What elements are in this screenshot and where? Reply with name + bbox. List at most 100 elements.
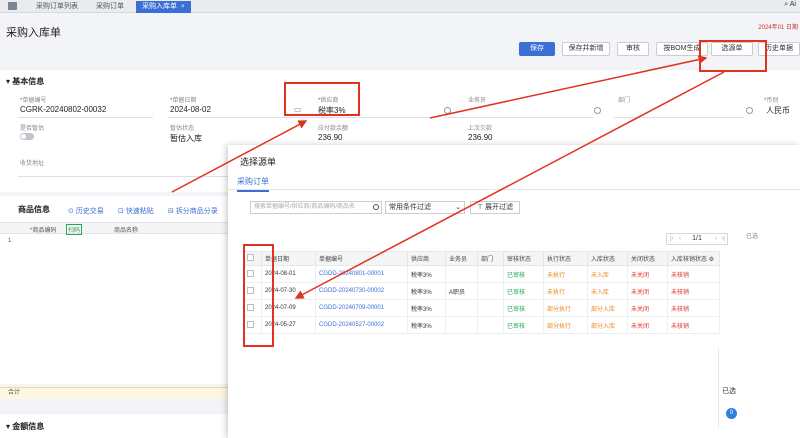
payable-label: 应付款余额 — [318, 126, 349, 132]
label-text: 单据日期 — [172, 98, 197, 104]
select-source-dialog: 选择源单 采购订单 搜索单据编号/供应商/商品编码/商品名 常用条件过滤 ⌄ ⊤ … — [228, 145, 800, 438]
last-debt-value: 236.90 — [468, 133, 493, 142]
cell-doc-no[interactable]: CGDD-20240730-00002 — [315, 282, 408, 300]
link-text: 历史交易 — [75, 208, 104, 215]
select-value: 常用条件过滤 — [389, 204, 431, 211]
cell-close: 未关闭 — [627, 299, 668, 317]
cell-dept — [477, 265, 504, 283]
cell-close: 未关闭 — [627, 282, 668, 300]
tab-purchase-order[interactable]: 采购订单 — [90, 1, 130, 13]
search-icon[interactable]: ⌕ — [784, 1, 788, 8]
col-label: 商品编码 — [32, 228, 57, 234]
table-row[interactable]: 2024-07-30 CGDD-20240730-00002 税率3% A职员 … — [243, 282, 720, 300]
link-text: 拆分商品分录 — [175, 208, 218, 215]
address-label: 收货地址 — [20, 161, 45, 167]
cell-close: 未关闭 — [627, 265, 668, 283]
doc-no-field[interactable]: CGRK-20240802-00032 — [20, 105, 106, 114]
doc-no-underline — [18, 117, 153, 118]
clear-icon[interactable] — [594, 107, 601, 114]
tab-purchase-receipt[interactable]: 采购入库单 × — [136, 1, 191, 13]
cell-stock: 部分入库 — [587, 299, 628, 317]
section-label: 基本信息 — [12, 77, 45, 86]
cell-audit: 已审核 — [503, 282, 544, 300]
dept-label: 部门 — [618, 98, 631, 104]
tab-bar: 采购订单列表 采购订单 采购入库单 × ⌕ Ai — [0, 0, 800, 13]
page-title: 采购入库单 — [6, 27, 61, 39]
col-exec: 执行状态 — [543, 251, 588, 266]
prev-page-icon[interactable]: ‹ — [679, 234, 681, 244]
payable-value: 236.90 — [318, 133, 343, 142]
address-underline — [18, 176, 228, 177]
user-name: Ai — [789, 1, 796, 8]
date-hint: 2024年01 日期 — [758, 25, 798, 31]
amount-panel: ▾ 金额信息 — [0, 414, 228, 438]
selected-label: 已选 — [746, 234, 759, 240]
split-entry-link[interactable]: ⊟ 拆分商品分录 — [168, 206, 218, 216]
date-field[interactable]: 2024-08-02 — [170, 105, 211, 114]
date-label: *单据日期 — [170, 98, 197, 104]
cell-salesman — [445, 299, 478, 317]
clear-icon[interactable] — [444, 107, 451, 114]
scan-icon[interactable]: 扫码 — [66, 224, 83, 235]
cell-audit: 已审核 — [503, 265, 544, 283]
expand-filter-button[interactable]: ⊤ 展开过滤 — [470, 201, 520, 214]
link-text: 快速粘贴 — [125, 208, 154, 215]
total-bar: 合计 — [0, 387, 228, 399]
label-text: 单据编号 — [22, 98, 47, 104]
history-trade-link[interactable]: ⊙ 历史交易 — [68, 206, 104, 216]
col-code: *商品编码 — [30, 228, 57, 234]
goods-title: 商品信息 — [18, 205, 50, 214]
last-page-icon[interactable]: ›| — [721, 234, 725, 244]
tab-purchase-order-list[interactable]: 采购订单列表 — [30, 1, 84, 13]
save-new-button[interactable]: 保存并新增 — [562, 42, 610, 56]
cell-exec: 部分执行 — [543, 299, 588, 317]
cell-stock: 未入库 — [587, 282, 628, 300]
col-close: 关闭状态 — [627, 251, 668, 266]
cell-verify: 未核销 — [667, 265, 720, 283]
amount-title: ▾ 金额信息 — [6, 422, 45, 431]
col-doc-no: 单据编号 — [315, 251, 408, 266]
cell-dept — [477, 316, 504, 334]
table-row[interactable]: 2024-08-01 CGDD-20240801-00001 税率3% 已审核 … — [243, 265, 720, 283]
save-button[interactable]: 保存 — [519, 42, 555, 56]
first-page-icon[interactable]: |‹ — [670, 234, 674, 244]
table-row[interactable]: 2024-07-09 CGDD-20240709-00001 税率3% 已审核 … — [243, 299, 720, 317]
col-salesman: 业务员 — [445, 251, 478, 266]
settings-icon[interactable]: ⚙ — [709, 257, 714, 263]
filter-select[interactable]: 常用条件过滤 ⌄ — [385, 201, 465, 214]
cell-dept — [477, 282, 504, 300]
currency-field[interactable]: 人民币 — [766, 105, 790, 116]
cell-stock: 部分入库 — [587, 316, 628, 334]
cell-doc-no[interactable]: CGDD-20240527-00002 — [315, 316, 408, 334]
table-row[interactable]: 2024-05-27 CGDD-20240527-00002 税率3% 已审核 … — [243, 316, 720, 334]
search-input[interactable]: 搜索单据编号/供应商/商品编码/商品名 — [250, 201, 382, 214]
next-page-icon[interactable]: › — [715, 234, 717, 244]
cell-supplier: 税率3% — [407, 299, 446, 317]
dialog-title: 选择源单 — [240, 157, 277, 167]
cell-doc-no[interactable]: CGDD-20240801-00001 — [315, 265, 408, 283]
col-stock: 入库状态 — [587, 251, 628, 266]
cell-stock: 未入库 — [587, 265, 628, 283]
cell-doc-no[interactable]: CGDD-20240709-00001 — [315, 299, 408, 317]
page-indicator: 1/1 — [692, 235, 702, 242]
selected-panel-label: 已选 — [722, 388, 736, 395]
doc-no-label: *单据编号 — [20, 98, 47, 104]
cell-exec: 部分执行 — [543, 316, 588, 334]
section-label: 金额信息 — [12, 422, 45, 431]
quick-paste-link[interactable]: ⊡ 快速粘贴 — [118, 206, 154, 216]
clear-icon[interactable] — [746, 107, 753, 114]
pager[interactable]: |‹ ‹ 1/1 › ›| — [666, 233, 728, 245]
button-label: 展开过滤 — [485, 204, 514, 211]
approve-button[interactable]: 审核 — [617, 42, 649, 56]
annotation-box-checkboxes — [243, 244, 274, 347]
salesman-label: 业务员 — [468, 98, 487, 104]
home-icon[interactable] — [8, 2, 17, 10]
search-placeholder: 搜索单据编号/供应商/商品编码/商品名 — [254, 204, 356, 210]
cell-dept — [477, 299, 504, 317]
search-icon[interactable] — [373, 204, 379, 210]
close-icon[interactable]: × — [181, 4, 185, 10]
estimate-toggle[interactable] — [20, 133, 34, 140]
date-underline — [168, 117, 303, 118]
col-dept: 部门 — [477, 251, 504, 266]
user-menu[interactable]: ⌕ Ai — [784, 1, 796, 9]
